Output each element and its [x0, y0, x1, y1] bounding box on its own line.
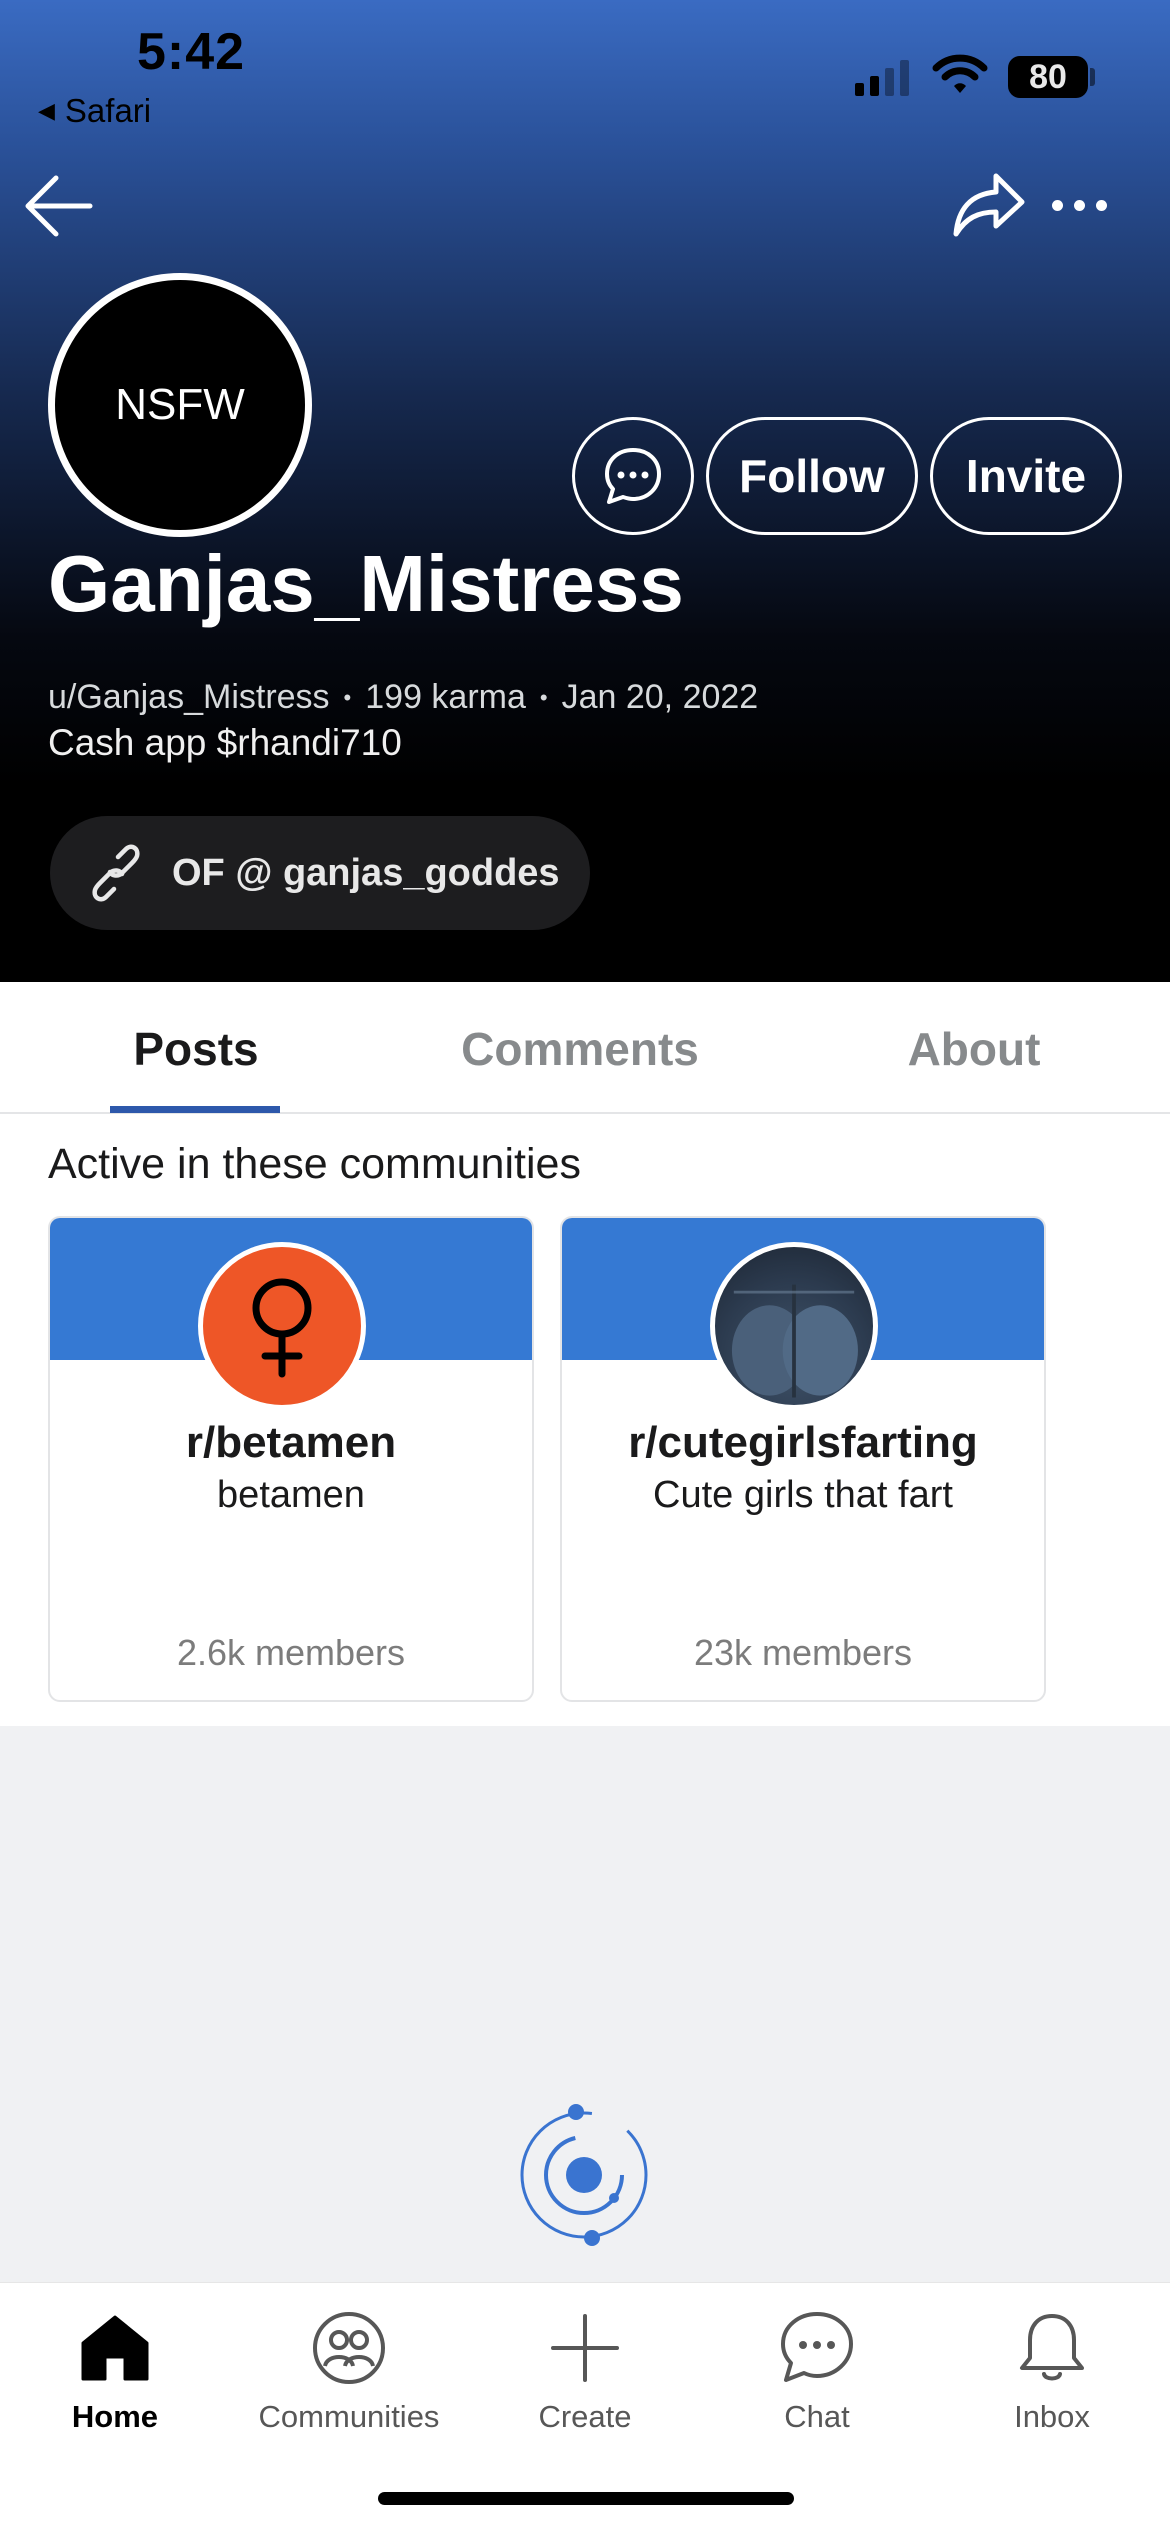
section-title: Active in these communities	[48, 1140, 581, 1188]
separator-dot: •	[539, 684, 548, 710]
tab-posts[interactable]: Posts	[112, 1022, 280, 1076]
chat-bubble-icon	[605, 448, 661, 504]
community-description: betamen	[217, 1474, 365, 1516]
status-time: 5:42	[137, 23, 246, 81]
profile-meta: u/Ganjas_Mistress • 199 karma • Jan 20, …	[48, 678, 758, 717]
social-link-chip[interactable]: OF @ ganjas_goddes	[50, 816, 590, 930]
loading-spinner-icon	[514, 2100, 654, 2250]
back-arrow-icon[interactable]	[22, 168, 98, 244]
tab-comments[interactable]: Comments	[460, 1022, 700, 1076]
tab-about[interactable]: About	[900, 1022, 1048, 1076]
bell-icon	[1020, 2314, 1084, 2381]
nav-home[interactable]: Home	[0, 2303, 230, 2435]
active-communities-section: Active in these communities r/betamen be…	[0, 1114, 1170, 1726]
profile-bio: Cash app $rhandi710	[48, 722, 402, 763]
home-indicator[interactable]	[378, 2492, 794, 2505]
more-options-icon[interactable]	[1052, 180, 1122, 230]
wifi-icon	[932, 54, 988, 101]
back-triangle-icon: ◀	[38, 98, 55, 123]
community-photo-icon	[710, 1242, 878, 1410]
cellular-signal-icon	[855, 56, 909, 96]
community-card-betamen[interactable]: r/betamen betamen 2.6k members	[48, 1216, 534, 1702]
nav-label: Home	[71, 2399, 159, 2434]
nav-communities[interactable]: Communities	[234, 2303, 464, 2435]
battery-tip	[1090, 68, 1095, 86]
invite-button[interactable]: Invite	[930, 417, 1122, 535]
chat-icon	[781, 2312, 853, 2382]
profile-handle: u/Ganjas_Mistress	[48, 678, 330, 716]
nav-label: Inbox	[1014, 2399, 1090, 2434]
profile-tabs: Posts Comments About	[0, 982, 1170, 1114]
profile-header: 5:42 ◀ Safari 80 NSFW Follow Invite Ganj…	[0, 0, 1170, 982]
community-card-cutegirlsfarting[interactable]: r/cutegirlsfarting Cute girls that fart …	[560, 1216, 1046, 1702]
female-symbol-icon	[198, 1242, 366, 1410]
active-tab-indicator	[110, 1106, 280, 1113]
nav-label: Chat	[784, 2399, 850, 2434]
back-app-label: Safari	[64, 92, 152, 129]
community-members: 2.6k members	[176, 1632, 406, 1673]
community-members: 23k members	[693, 1632, 913, 1673]
avatar: NSFW	[48, 273, 312, 537]
link-icon	[92, 844, 140, 902]
start-chat-button[interactable]	[572, 417, 694, 535]
profile-display-name: Ganjas_Mistress	[48, 539, 684, 628]
battery-indicator: 80	[1008, 56, 1088, 98]
separator-dot: •	[343, 684, 352, 710]
community-name: r/cutegirlsfarting	[628, 1418, 978, 1467]
plus-icon	[551, 2314, 619, 2382]
back-to-app-link[interactable]: ◀ Safari	[38, 92, 151, 130]
nav-create[interactable]: Create	[470, 2303, 700, 2435]
community-name: r/betamen	[185, 1418, 397, 1467]
social-link-label: OF @ ganjas_goddes	[172, 851, 560, 894]
share-icon[interactable]	[950, 168, 1030, 244]
nav-inbox[interactable]: Inbox	[937, 2303, 1167, 2435]
follow-button[interactable]: Follow	[706, 417, 918, 535]
nav-chat[interactable]: Chat	[702, 2303, 932, 2435]
profile-joined-date: Jan 20, 2022	[561, 678, 759, 716]
communities-icon	[313, 2312, 385, 2384]
profile-karma: 199 karma	[365, 678, 526, 716]
community-description: Cute girls that fart	[653, 1474, 953, 1516]
nav-label: Create	[538, 2399, 632, 2434]
nav-label: Communities	[258, 2399, 440, 2434]
home-icon	[81, 2315, 149, 2381]
